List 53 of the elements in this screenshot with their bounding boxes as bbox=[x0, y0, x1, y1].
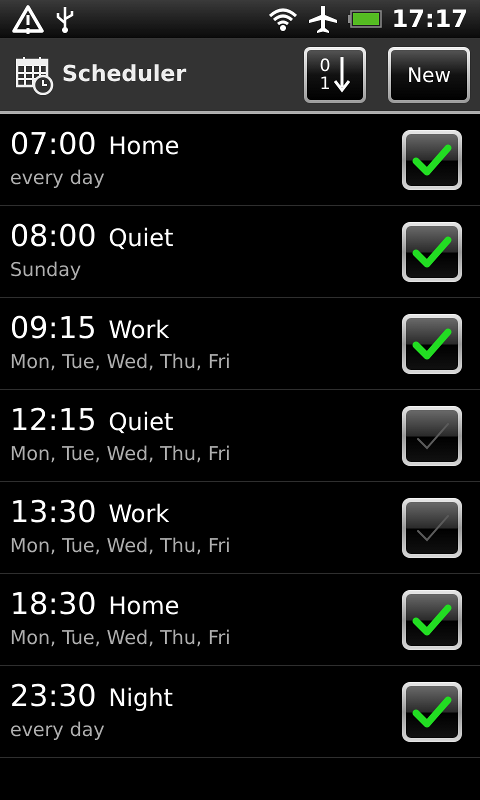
airplane-icon bbox=[308, 4, 338, 34]
profile-name: Night bbox=[108, 683, 173, 714]
schedule-row[interactable]: 18:30 Home Mon, Tue, Wed, Thu, Fri bbox=[0, 574, 480, 666]
new-button[interactable]: New bbox=[388, 46, 470, 102]
app-title: Scheduler bbox=[62, 61, 186, 89]
calendar-clock-icon bbox=[16, 54, 54, 94]
checkbox[interactable] bbox=[402, 222, 462, 282]
checkbox[interactable] bbox=[402, 498, 462, 558]
wifi-icon bbox=[268, 6, 298, 32]
profile-name: Home bbox=[108, 131, 180, 162]
checkmark-icon bbox=[412, 234, 452, 268]
schedule-row[interactable]: 07:00 Home every day bbox=[0, 114, 480, 206]
checkmark-icon bbox=[412, 694, 452, 728]
profile-name: Work bbox=[108, 315, 170, 346]
checkbox[interactable] bbox=[402, 130, 462, 190]
schedule-days: Mon, Tue, Wed, Thu, Fri bbox=[10, 532, 402, 561]
checkbox[interactable] bbox=[402, 314, 462, 374]
checkmark-icon bbox=[412, 142, 452, 176]
checkbox[interactable] bbox=[402, 406, 462, 466]
schedule-row[interactable]: 12:15 Quiet Mon, Tue, Wed, Thu, Fri bbox=[0, 390, 480, 482]
schedule-row[interactable]: 13:30 Work Mon, Tue, Wed, Thu, Fri bbox=[0, 482, 480, 574]
profile-name: Quiet bbox=[108, 223, 174, 254]
profile-name: Work bbox=[108, 499, 170, 530]
down-arrow-icon bbox=[334, 56, 350, 92]
schedule-days: Mon, Tue, Wed, Thu, Fri bbox=[10, 348, 402, 377]
schedule-days: every day bbox=[10, 716, 402, 745]
sort-digit: 0 bbox=[320, 56, 330, 74]
schedule-days: every day bbox=[10, 164, 402, 193]
schedule-time: 09:15 bbox=[10, 310, 96, 348]
schedule-time: 13:30 bbox=[10, 494, 96, 532]
schedule-days: Sunday bbox=[10, 256, 402, 285]
profile-name: Quiet bbox=[108, 407, 174, 438]
schedule-time: 07:00 bbox=[10, 126, 96, 164]
schedule-row[interactable]: 08:00 Quiet Sunday bbox=[0, 206, 480, 298]
checkbox[interactable] bbox=[402, 590, 462, 650]
warning-icon bbox=[12, 4, 44, 34]
usb-icon bbox=[54, 5, 76, 33]
profile-name: Home bbox=[108, 591, 180, 622]
sort-button[interactable]: 0 1 bbox=[304, 46, 366, 102]
status-time: 17:17 bbox=[392, 4, 468, 35]
checkmark-icon bbox=[412, 602, 452, 636]
schedule-time: 18:30 bbox=[10, 586, 96, 624]
schedule-days: Mon, Tue, Wed, Thu, Fri bbox=[10, 624, 402, 653]
schedule-time: 08:00 bbox=[10, 218, 96, 256]
checkmark-icon bbox=[412, 326, 452, 360]
schedule-row[interactable]: 09:15 Work Mon, Tue, Wed, Thu, Fri bbox=[0, 298, 480, 390]
schedule-time: 12:15 bbox=[10, 402, 96, 440]
sort-digit: 1 bbox=[320, 74, 330, 92]
battery-icon bbox=[348, 10, 382, 28]
schedule-time: 23:30 bbox=[10, 678, 96, 716]
schedule-days: Mon, Tue, Wed, Thu, Fri bbox=[10, 440, 402, 469]
checkbox[interactable] bbox=[402, 682, 462, 742]
schedule-row[interactable]: 23:30 Night every day bbox=[0, 666, 480, 758]
